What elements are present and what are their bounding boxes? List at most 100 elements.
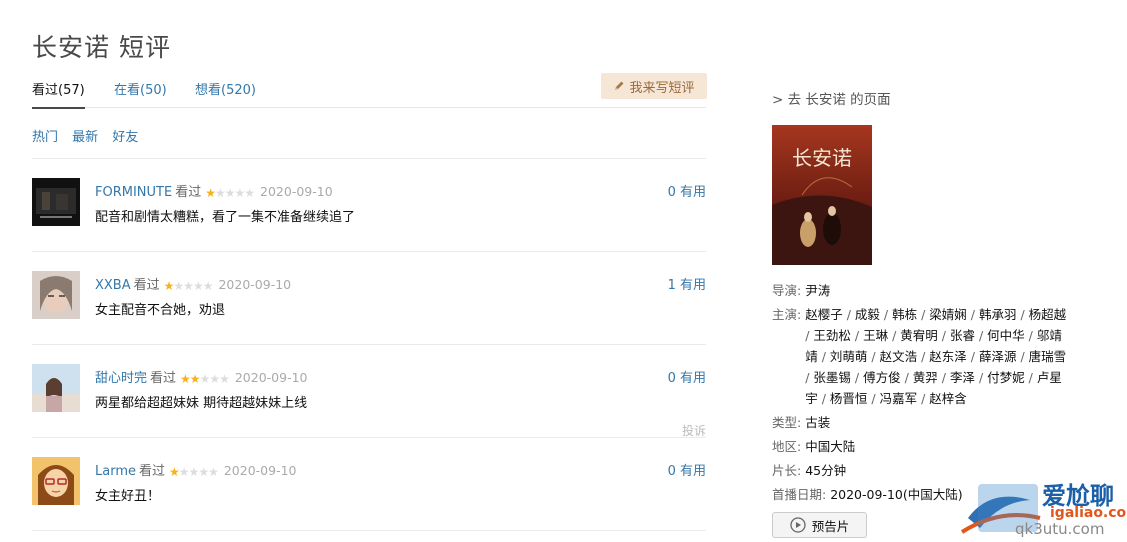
separator: / (1016, 307, 1029, 322)
cast-member[interactable]: 李泽 (950, 370, 975, 385)
useful-vote[interactable]: 0 有用 (668, 460, 706, 479)
avatar[interactable] (32, 457, 80, 505)
cast-member[interactable]: 韩承羽 (979, 307, 1017, 322)
comment-user[interactable]: Larme (95, 464, 136, 479)
divider (32, 530, 706, 531)
comment-header: FORMINUTE 看过 ★★★★★ 2020-09-10 (95, 181, 333, 200)
useful-vote[interactable]: 1 有用 (668, 274, 706, 293)
star-icon: ★ (192, 279, 204, 293)
cast-member[interactable]: 张睿 (950, 328, 975, 343)
star-icon: ★ (169, 465, 180, 479)
sort-friends[interactable]: 好友 (112, 126, 138, 145)
separator: / (867, 391, 880, 406)
cast-member[interactable]: 成毅 (855, 307, 880, 322)
comment-user[interactable]: FORMINUTE (95, 185, 172, 200)
separator: / (917, 349, 930, 364)
separator: / (1024, 328, 1037, 343)
star-icon: ★ (188, 465, 200, 479)
star-icon: ★ (189, 372, 201, 386)
comment-header: 甜心时完 看过 ★★★★★ 2020-09-10 (95, 367, 308, 386)
write-review-button[interactable]: 我来写短评 (601, 73, 707, 99)
star-icon: ★ (244, 186, 255, 200)
comment-item: 甜心时完 看过 ★★★★★ 2020-09-10 两星都给超超妹妹 期待超越妹妹上线 … (32, 344, 706, 438)
trailer-button[interactable]: 预告片 (772, 512, 867, 538)
star-icon: ★ (219, 372, 230, 386)
page-title: 长安诺 短评 (32, 33, 171, 62)
length-value: 45分钟 (805, 463, 847, 478)
rating-stars: ★★★★★ (164, 279, 214, 294)
useful-vote[interactable]: 0 有用 (668, 367, 706, 386)
star-icon: ★ (180, 372, 191, 386)
cast-member[interactable]: 黄羿 (913, 370, 938, 385)
director-name[interactable]: 尹涛 (805, 283, 830, 298)
separator: / (966, 307, 979, 322)
avatar[interactable] (32, 178, 80, 226)
star-icon: ★ (205, 186, 216, 200)
genre-value: 古装 (805, 415, 831, 430)
cast-member[interactable]: 赵东泽 (929, 349, 967, 364)
cast-member[interactable]: 何中华 (987, 328, 1025, 343)
pencil-icon (615, 81, 624, 90)
region-label: 地区: (772, 439, 802, 454)
comment-date: 2020-09-10 (234, 370, 308, 385)
comment-text: 配音和剧情太糟糕，看了一集不准备继续追了 (95, 210, 356, 225)
cast-member[interactable]: 王劲松 (813, 328, 851, 343)
star-icon: ★ (208, 465, 219, 479)
separator: / (850, 370, 864, 385)
star-icon: ★ (173, 279, 184, 293)
cast-member[interactable]: 付梦妮 (987, 370, 1025, 385)
cast-member[interactable]: 冯嘉军 (880, 391, 918, 406)
cast-member[interactable]: 王琳 (863, 328, 888, 343)
release-date-value: 2020-09-10(中国大陆) (830, 487, 963, 502)
cast-label: 主演: (772, 307, 802, 322)
comment-status: 看过 (133, 278, 160, 293)
length-label: 片长: (772, 463, 802, 478)
separator: / (817, 391, 830, 406)
comment-user[interactable]: XXBA (95, 278, 131, 293)
star-icon: ★ (214, 186, 226, 200)
avatar[interactable] (32, 364, 80, 412)
tab-watching[interactable]: 在看(50) (114, 79, 167, 98)
star-icon: ★ (198, 465, 209, 479)
comment-user[interactable]: 甜心时完 (95, 371, 147, 386)
cast-member[interactable]: 赵樱子 (805, 307, 843, 322)
useful-vote[interactable]: 0 有用 (668, 181, 706, 200)
separator: / (937, 328, 950, 343)
cast-member[interactable]: 杨超越 (1029, 307, 1067, 322)
separator: / (966, 349, 979, 364)
separator: / (974, 370, 988, 385)
cast-member[interactable]: 傅方俊 (863, 370, 901, 385)
cast-member[interactable]: 薛泽源 (979, 349, 1017, 364)
cast-member[interactable]: 梁婧娴 (929, 307, 967, 322)
back-to-subject-link[interactable]: > 去 长安诺 的页面 (772, 88, 891, 108)
cast-member[interactable]: 刘萌萌 (830, 349, 868, 364)
tab-want-to-watch[interactable]: 想看(520) (195, 79, 256, 98)
director-label: 导演: (772, 283, 802, 298)
poster-image[interactable]: 长安诺 (772, 125, 872, 265)
rating-stars: ★★★★★ (205, 186, 255, 201)
star-icon: ★ (224, 186, 236, 200)
comment-text: 两星都给超超妹妹 期待超越妹妹上线 (95, 396, 308, 411)
comment-date: 2020-09-10 (223, 463, 297, 478)
cast-member[interactable]: 赵文浩 (880, 349, 918, 364)
tab-watched[interactable]: 看过(57) (32, 79, 85, 109)
cast-member[interactable]: 韩栋 (892, 307, 917, 322)
comment-item: FORMINUTE 看过 ★★★★★ 2020-09-10 配音和剧情太糟糕，看了一集… (32, 158, 706, 250)
release-date-label: 首播日期: (772, 487, 827, 502)
watermark-domain-2: qk3utu.com (1015, 520, 1105, 538)
subject-info: 导演: 尹涛 主演: 赵樱子 / 成毅 / 韩栋 / 梁婧娴 / 韩承羽 / 杨… (772, 280, 1072, 508)
cast-member[interactable]: 唐瑞雪 (1029, 349, 1067, 364)
cast-member[interactable]: 杨晋恒 (830, 391, 868, 406)
separator: / (974, 328, 988, 343)
comment-status: 看过 (175, 185, 202, 200)
cast-member[interactable]: 张墨锡 (813, 370, 851, 385)
separator: / (867, 349, 880, 364)
separator: / (879, 307, 893, 322)
cast-member[interactable]: 黄宥明 (900, 328, 938, 343)
cast-member[interactable]: 赵梓含 (929, 391, 967, 406)
sort-latest[interactable]: 最新 (72, 126, 98, 145)
sort-hot[interactable]: 热门 (32, 126, 58, 145)
watermark-domain: igaliao.com (1050, 505, 1127, 521)
avatar[interactable] (32, 271, 80, 319)
separator: / (888, 328, 901, 343)
